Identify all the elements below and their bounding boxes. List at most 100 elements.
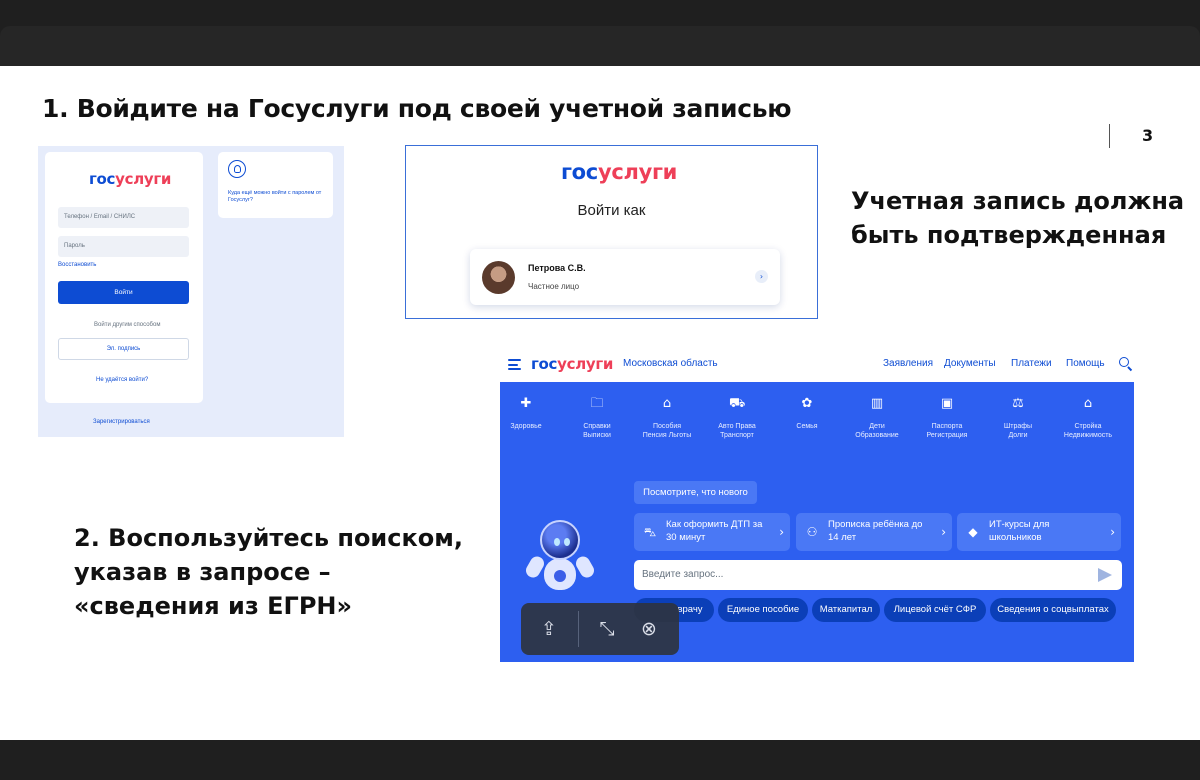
category-label: Долги	[1008, 432, 1028, 439]
robot-assistant-image[interactable]	[522, 520, 598, 606]
requirement-note: Учетная запись должна быть подтвержденна…	[851, 184, 1184, 252]
page-number: 3	[1142, 126, 1154, 145]
search-icon[interactable]	[1119, 357, 1129, 367]
tile-text: Прописка ребёнка до 14 лет	[828, 519, 923, 543]
chevron-right-icon: ›	[755, 270, 768, 283]
menu-icon[interactable]	[508, 359, 521, 370]
gosuslugi-logo[interactable]: госуслуги	[531, 355, 613, 373]
category-label: Дети	[869, 423, 885, 430]
other-way-label: Войти другим способом	[94, 322, 161, 328]
category-label: Регистрация	[926, 432, 968, 439]
requirement-note-line: быть подтвержденная	[851, 221, 1167, 249]
chevron-right-icon: ›	[779, 525, 784, 539]
whats-new-button[interactable]: Посмотрите, что нового	[634, 481, 757, 504]
chip-unified-benefit[interactable]: Единое пособие	[718, 598, 808, 622]
chevron-right-icon: ›	[1110, 525, 1115, 539]
category-health[interactable]: ✚ Здоровье	[500, 396, 562, 431]
side-card-text: Куда ещё можно войти с паролем от Госусл…	[228, 190, 322, 203]
category-label: Выписки	[583, 432, 611, 439]
restore-link[interactable]: Восстановить	[58, 262, 96, 268]
gosuslugi-logo: госуслуги	[561, 160, 678, 184]
category-fines[interactable]: ⚖ Штрафы Долги	[982, 396, 1054, 440]
share-icon[interactable]: ⇪	[536, 616, 562, 642]
register-link[interactable]: Зарегистрироваться	[93, 419, 150, 425]
category-label: Семья	[796, 423, 818, 430]
login-as-heading: Войти как	[577, 202, 646, 219]
page-number-block: 3	[1109, 124, 1153, 148]
tile-text: ИТ-курсы для школьников	[989, 519, 1050, 543]
category-label: Штрафы	[1003, 423, 1033, 430]
category-children[interactable]: ▥ Дети Образование	[841, 396, 913, 440]
tile-it-courses[interactable]: ◆ ИТ-курсы для школьников ›	[957, 513, 1121, 551]
family-icon: ✿	[801, 396, 813, 411]
health-icon: ✚	[520, 396, 532, 411]
folder-icon: 🗀	[590, 396, 604, 411]
esign-button[interactable]: Эл. подпись	[58, 338, 189, 360]
login-screenshot: госуслуги Телефон / Email / СНИЛС Пароль…	[38, 146, 344, 437]
house-icon: ⌂	[1083, 396, 1093, 411]
nav-applications[interactable]: Заявления	[883, 358, 933, 369]
close-icon[interactable]: ⊗	[636, 616, 662, 642]
tile-registration[interactable]: ⚇ Прописка ребёнка до 14 лет ›	[796, 513, 952, 551]
password-field[interactable]: Пароль	[58, 236, 189, 257]
login-card: госуслуги Телефон / Email / СНИЛС Пароль…	[45, 152, 203, 403]
category-label: Транспорт	[720, 432, 754, 439]
requirement-note-line: Учетная запись должна	[851, 187, 1185, 215]
nav-help[interactable]: Помощь	[1066, 358, 1105, 369]
tile-text: Как оформить ДТП за 30 минут	[666, 519, 763, 543]
login-as-screenshot: госуслуги Войти как Петрова С.В. Частное…	[405, 145, 818, 319]
top-bar	[0, 0, 1200, 66]
category-certificates[interactable]: 🗀 Справки Выписки	[561, 396, 633, 440]
category-label: Недвижимость	[1063, 432, 1113, 439]
collapse-icon[interactable]: ⤡	[594, 616, 620, 642]
send-icon[interactable]	[1098, 568, 1112, 582]
region-selector[interactable]: Московская область	[623, 358, 718, 369]
graduation-icon: ◆	[968, 525, 978, 539]
category-label: Стройка	[1074, 423, 1102, 430]
search-instruction-line: «сведения из ЕГРН»	[74, 592, 353, 620]
profile-role: Частное лицо	[528, 282, 580, 291]
toolbar-divider	[578, 611, 579, 647]
top-bar-inner	[0, 26, 1200, 66]
chip-matcapital[interactable]: Маткапитал	[812, 598, 880, 622]
category-label: Пособия	[652, 423, 682, 430]
category-passports[interactable]: ▣ Паспорта Регистрация	[911, 396, 983, 440]
category-auto[interactable]: ⛟ Авто Права Транспорт	[701, 396, 773, 440]
login-button[interactable]: Войти	[58, 281, 189, 304]
login-side-card[interactable]: Куда ещё можно войти с паролем от Госусл…	[218, 152, 333, 218]
category-label: Пенсия Льготы	[642, 432, 692, 439]
car-icon: ⛍	[643, 525, 657, 539]
passport-icon: ▣	[940, 396, 954, 411]
category-label: Образование	[855, 432, 899, 439]
nav-payments[interactable]: Платежи	[1011, 358, 1052, 369]
gavel-icon: ⚖	[1012, 396, 1024, 411]
login-field[interactable]: Телефон / Email / СНИЛС	[58, 207, 189, 228]
category-label: Справки	[583, 423, 611, 430]
chip-sfr-account[interactable]: Лицевой счёт СФР	[884, 598, 986, 622]
category-benefits[interactable]: ⌂ Пособия Пенсия Льготы	[631, 396, 703, 440]
category-family[interactable]: ✿ Семья	[771, 396, 843, 431]
floating-toolbar: ⇪ ⤡ ⊗	[521, 603, 679, 655]
category-label: Здоровье	[510, 423, 542, 430]
nav-documents[interactable]: Документы	[944, 358, 996, 369]
gosuslugi-logo: госуслуги	[89, 170, 172, 188]
profile-name: Петрова С.В.	[528, 263, 586, 273]
tile-accident[interactable]: ⛍ Как оформить ДТП за 30 минут ›	[634, 513, 790, 551]
portal-header: госуслуги Московская область Заявления Д…	[500, 348, 1134, 382]
search-instruction: 2. Воспользуйтесь поиском, указав в запр…	[74, 521, 463, 623]
cant-login-link[interactable]: Не удаётся войти?	[96, 377, 148, 383]
chip-social-payments[interactable]: Сведения о соцвыплатах	[990, 598, 1116, 622]
avatar	[482, 261, 515, 294]
category-label: Паспорта	[931, 423, 963, 430]
search-input[interactable]: Введите запрос...	[634, 560, 1122, 590]
people-icon: ⚇	[806, 525, 818, 539]
category-label: Авто Права	[718, 423, 756, 430]
book-icon: ▥	[870, 396, 884, 411]
search-instruction-line: указав в запросе –	[74, 558, 331, 586]
benefits-icon: ⌂	[662, 396, 672, 411]
profile-card[interactable]: Петрова С.В. Частное лицо ›	[470, 249, 780, 305]
bottom-bar	[0, 740, 1200, 780]
category-realestate[interactable]: ⌂ Стройка Недвижимость	[1052, 396, 1124, 440]
search-instruction-line: 2. Воспользуйтесь поиском,	[74, 524, 463, 552]
slide-title: 1. Войдите на Госуслуги под своей учетно…	[42, 94, 792, 123]
